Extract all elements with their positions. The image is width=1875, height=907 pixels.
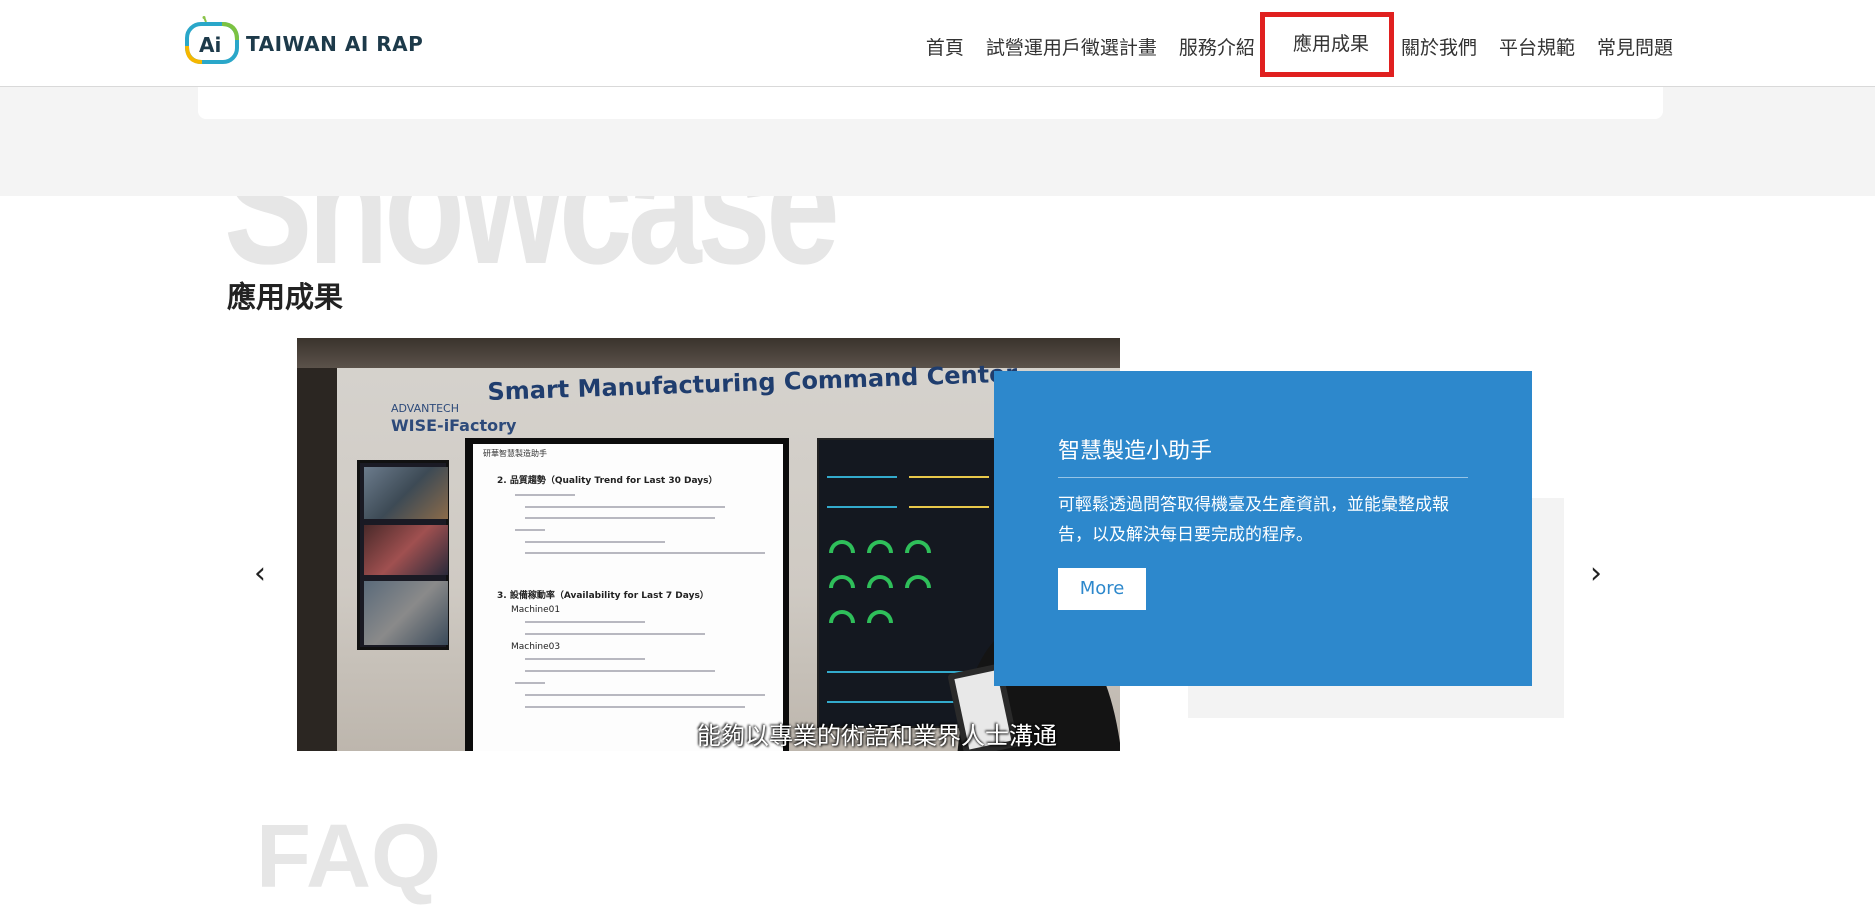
section-background-word-next: FAQ	[256, 807, 442, 907]
svg-text:Ai: Ai	[199, 33, 221, 57]
nav-item-faq[interactable]: 常見問題	[1597, 33, 1673, 60]
screen-thumbnail	[364, 581, 448, 645]
site-logo[interactable]: Ai TAIWAN AI RAP	[184, 16, 423, 72]
doc-text-line	[525, 621, 645, 623]
dash-gauge	[867, 575, 893, 588]
photo-doc-top: 研華智慧製造助手	[483, 449, 547, 458]
doc-text-line	[515, 529, 545, 531]
dash-gauge	[829, 575, 855, 588]
photo-wise-label: WISE-iFactory	[391, 416, 517, 435]
doc-text-line	[525, 694, 765, 696]
photo-left-screen	[357, 460, 449, 650]
card-title: 智慧製造小助手	[1058, 433, 1468, 478]
doc-text-line	[515, 682, 545, 684]
doc-text-line	[515, 494, 575, 496]
doc-text-line	[525, 658, 645, 660]
nav-item-showcase[interactable]: 應用成果	[1259, 12, 1394, 77]
chevron-left-icon[interactable]: ‹	[254, 556, 266, 591]
nav-item-about[interactable]: 關於我們	[1401, 33, 1477, 60]
dash-gauge	[867, 610, 893, 623]
dash-chart	[909, 490, 989, 508]
photo-doc-heading: 2. 品質趨勢（Quality Trend for Last 30 Days）	[497, 476, 718, 486]
nav-item-services[interactable]: 服務介紹	[1179, 33, 1255, 60]
logo-mark-icon: Ai	[184, 16, 240, 72]
photo-caption: 能夠以專業的術語和業界人士溝通	[697, 722, 1057, 750]
showcase-info-card: 智慧製造小助手 可輕鬆透過問答取得機臺及生產資訊，並能彙整成報告，以及解決每日要…	[994, 371, 1532, 686]
nav-item-platform-rules[interactable]: 平台規範	[1499, 33, 1575, 60]
dash-gauge	[829, 610, 855, 623]
doc-text-line	[525, 633, 705, 635]
dash-chart	[827, 460, 897, 478]
dash-gauge	[829, 540, 855, 553]
chevron-right-icon[interactable]: ›	[1590, 556, 1602, 591]
dash-gauge	[867, 540, 893, 553]
logo-text: TAIWAN AI RAP	[246, 32, 424, 56]
band-white-card	[198, 87, 1663, 119]
nav-item-home[interactable]: 首頁	[926, 33, 964, 60]
main-nav: 首頁 試營運用戶徵選計畫 服務介紹 應用成果 關於我們 平台規範 常見問題	[904, 12, 1673, 77]
card-description: 可輕鬆透過問答取得機臺及生產資訊，並能彙整成報告，以及解決每日要完成的程序。	[1058, 495, 1449, 545]
photo-brand-label: ADVANTECH	[391, 402, 459, 415]
site-header: Ai TAIWAN AI RAP 首頁 試營運用戶徵選計畫 服務介紹 應用成果 …	[0, 0, 1875, 87]
screen-thumbnail	[364, 467, 448, 519]
photo-doc-heading: 3. 設備稼動率（Availability for Last 7 Days）	[497, 591, 709, 601]
doc-text-line	[525, 517, 715, 519]
screen-thumbnail	[364, 525, 448, 575]
doc-text-line	[525, 506, 725, 508]
more-button[interactable]: More	[1058, 568, 1146, 610]
nav-item-trial-program[interactable]: 試營運用戶徵選計畫	[986, 33, 1157, 60]
photo-doc-machine: Machine01	[511, 605, 561, 615]
photo-doc-machine: Machine03	[511, 642, 561, 652]
doc-text-line	[525, 706, 745, 708]
doc-text-line	[525, 541, 665, 543]
doc-text-line	[525, 670, 715, 672]
doc-text-line	[525, 552, 765, 554]
dash-chart	[909, 460, 989, 478]
dash-chart	[827, 490, 897, 508]
section-title: 應用成果	[227, 280, 344, 314]
